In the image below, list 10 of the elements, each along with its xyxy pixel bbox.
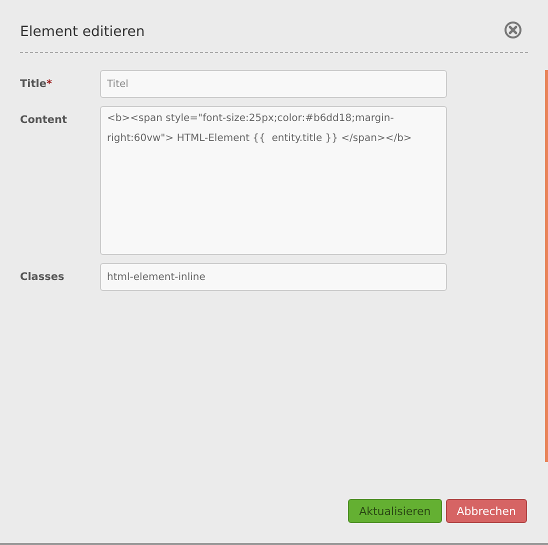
input-field[interactable]: Titel [100,70,447,98]
update-button[interactable]: Aktualisieren [348,499,442,523]
input-field[interactable]: html-element-inline [100,263,447,291]
content-field[interactable]: <b><span style="font-size:25px;color:#b6dd18;margin-right:60vw"> HTML-Element {{ entity.title }} </span></b> [100,106,447,255]
cancel-button[interactable]: Abbrechen [446,499,527,523]
field-label: Title* [20,77,54,90]
field-label: Content [20,113,68,126]
field-label: Classes [20,270,66,283]
dialog-title: Element editieren [20,24,145,40]
close-icon[interactable] [504,21,522,39]
